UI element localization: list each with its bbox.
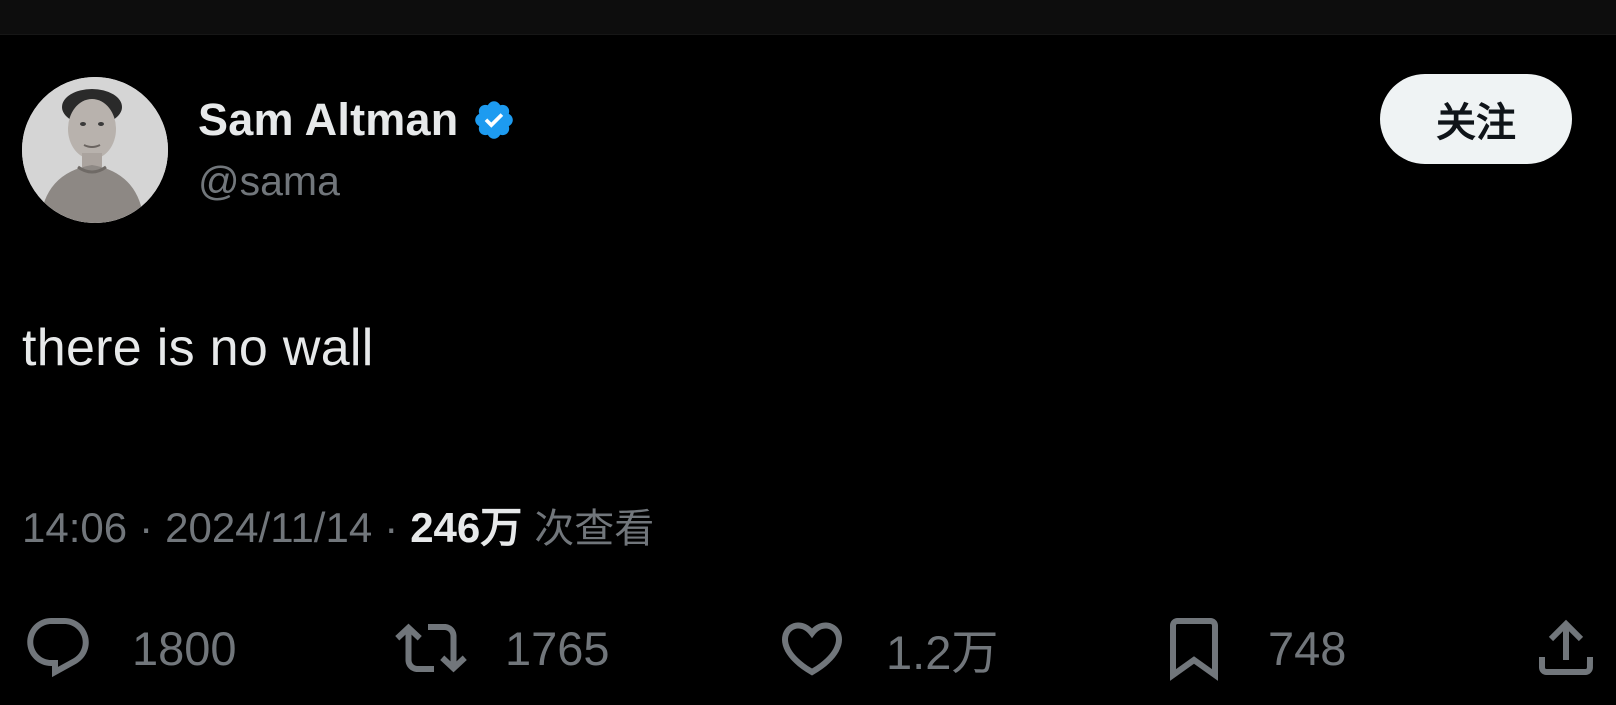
views-count[interactable]: 246万 [410, 494, 522, 555]
meta-separator: · [139, 504, 154, 551]
verified-badge-icon [472, 98, 516, 142]
meta-separator: · [384, 504, 399, 551]
retweet-button[interactable]: 1765 [395, 600, 610, 696]
heart-icon [781, 622, 843, 676]
avatar[interactable] [22, 77, 168, 223]
share-button[interactable] [1530, 600, 1602, 696]
tweet-meta: 14:06 · 2024/11/14 · 246万 次查看 [22, 494, 654, 555]
reply-icon [27, 618, 89, 678]
bookmark-button[interactable]: 748 [1158, 600, 1346, 696]
bookmark-icon [1170, 618, 1218, 681]
reply-count: 1800 [132, 621, 237, 675]
follow-button[interactable]: 关注 [1380, 74, 1572, 164]
reply-button[interactable]: 1800 [22, 600, 237, 696]
top-bar [0, 0, 1616, 35]
author-display-name[interactable]: Sam Altman [198, 94, 458, 146]
like-count: 1.2万 [886, 625, 999, 679]
share-icon [1539, 619, 1593, 675]
avatar-photo [22, 77, 168, 223]
like-button[interactable]: 1.2万 [776, 600, 998, 696]
views-label: 次查看 [534, 506, 655, 552]
author-name-row: Sam Altman [198, 92, 516, 148]
author-handle[interactable]: @sama [198, 158, 340, 205]
retweet-icon [395, 623, 467, 673]
tweet-text: there is no wall [22, 319, 374, 377]
tweet-date[interactable]: 2024/11/14 [165, 504, 372, 552]
retweet-count: 1765 [505, 621, 610, 675]
bookmark-count: 748 [1268, 621, 1347, 675]
tweet-time[interactable]: 14:06 [22, 504, 127, 552]
action-bar: 1800 1765 1.2万 748 [0, 600, 1616, 696]
